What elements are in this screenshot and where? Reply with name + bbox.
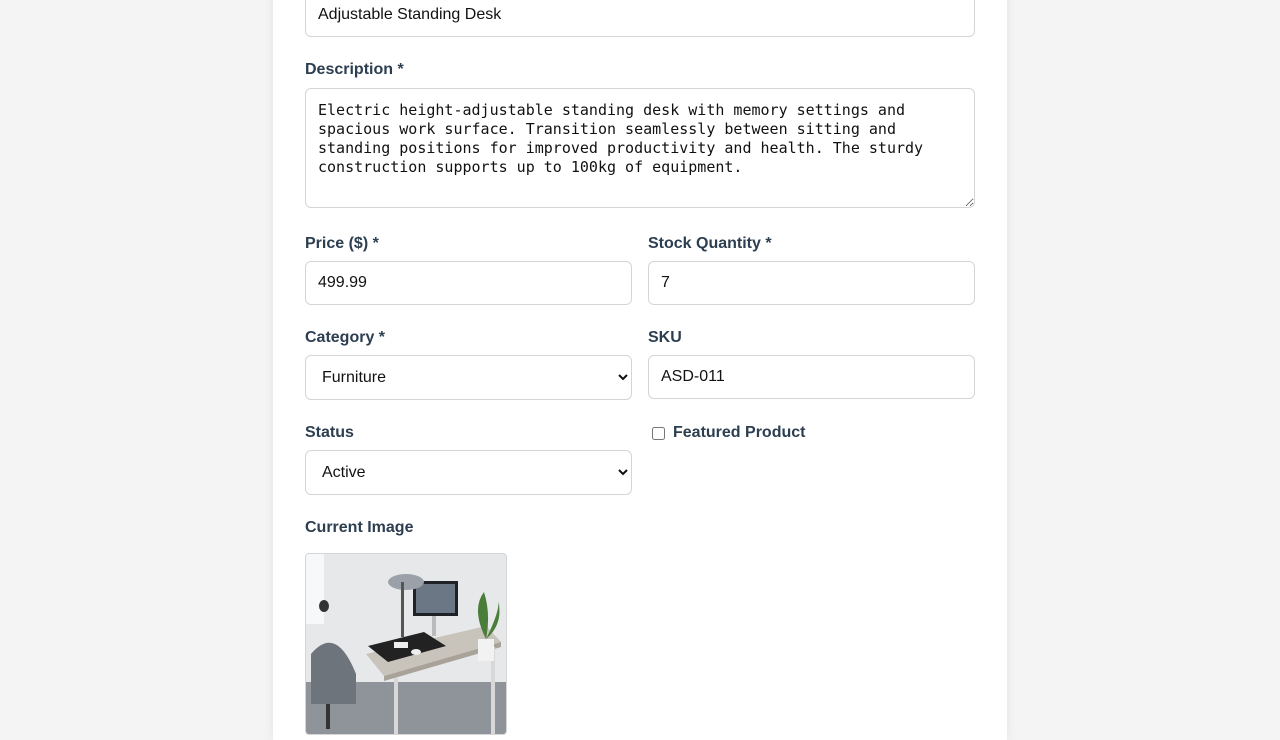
desk-photo-illustration	[306, 554, 506, 734]
price-input[interactable]	[305, 261, 632, 305]
description-label: Description *	[305, 61, 404, 78]
current-product-image	[305, 553, 507, 735]
product-name-input[interactable]	[305, 0, 975, 37]
current-image-label: Current Image	[305, 519, 414, 536]
featured-product-checkbox[interactable]	[652, 426, 665, 440]
status-select[interactable]: Active	[305, 450, 632, 495]
description-textarea[interactable]: Electric height-adjustable standing desk…	[305, 88, 975, 208]
category-select[interactable]: Furniture	[305, 355, 632, 400]
stock-quantity-input[interactable]	[648, 261, 975, 305]
category-label: Category *	[305, 329, 386, 346]
price-label: Price ($) *	[305, 235, 379, 252]
featured-product-label: Featured Product	[673, 424, 806, 441]
sku-input[interactable]	[648, 355, 975, 399]
status-label: Status	[305, 424, 354, 441]
stock-quantity-label: Stock Quantity *	[648, 235, 772, 252]
sku-label: SKU	[648, 329, 682, 346]
